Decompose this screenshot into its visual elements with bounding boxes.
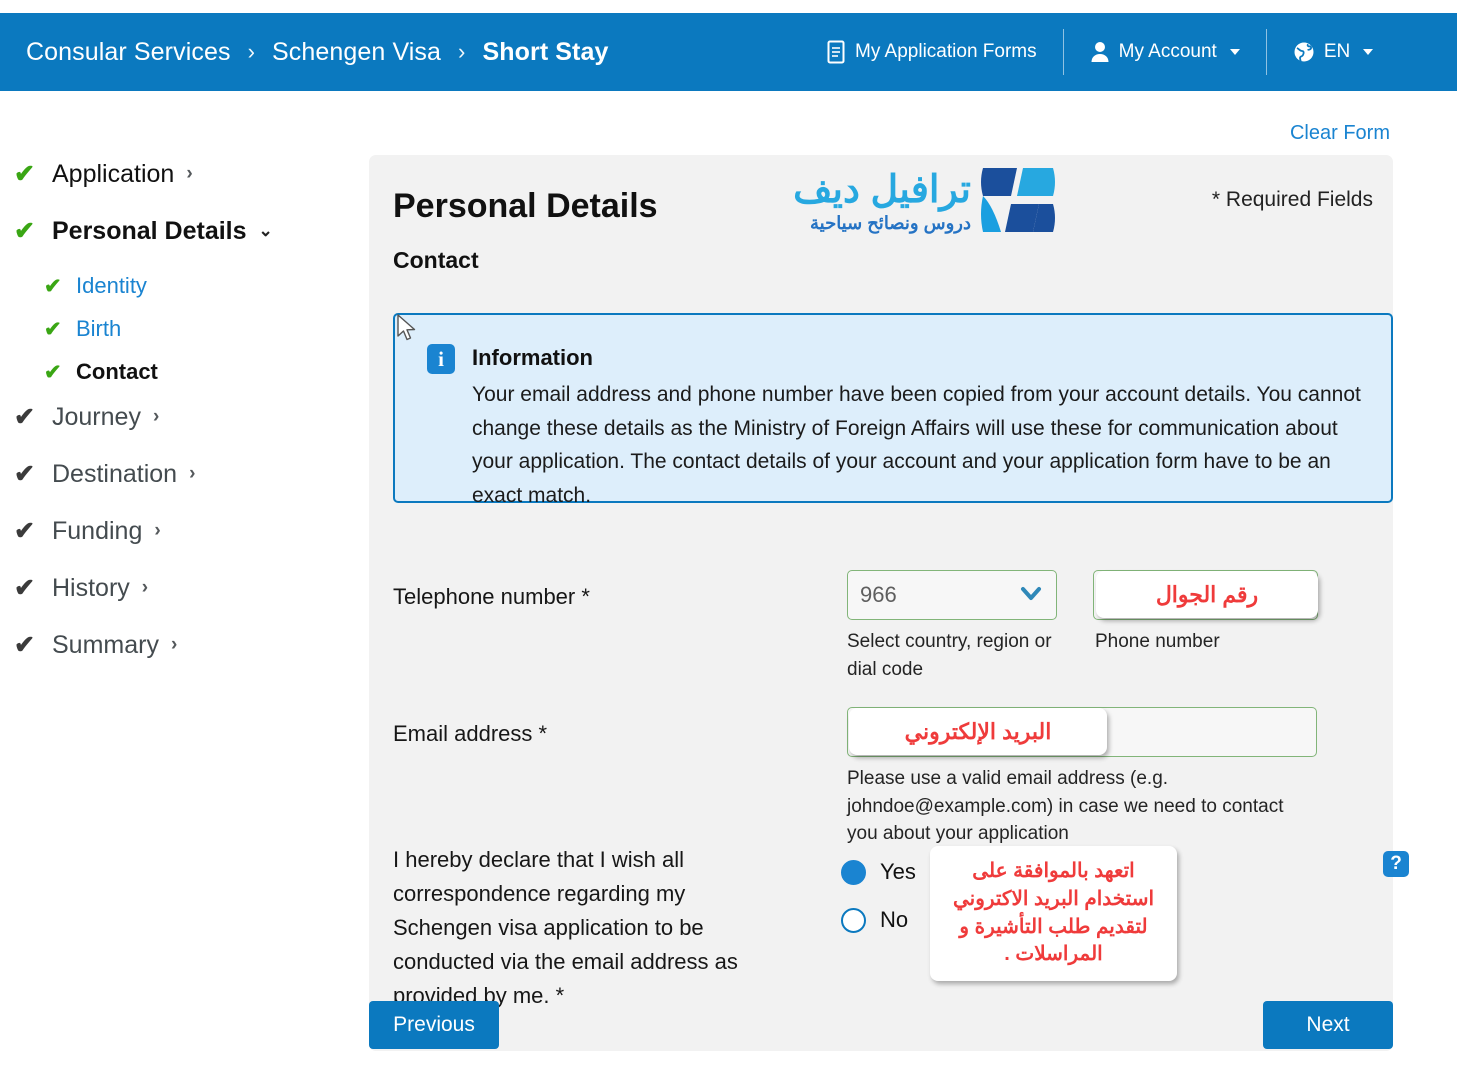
- declaration-option-no-label: No: [880, 907, 909, 932]
- help-question-icon[interactable]: ?: [1383, 851, 1409, 877]
- previous-button[interactable]: Previous: [369, 1001, 499, 1049]
- nav-language-selector[interactable]: EN: [1267, 29, 1399, 75]
- mouse-cursor-icon: [397, 314, 416, 341]
- declaration-annotation: اتعهد بالموافقة على استخدام البريد الاكت…: [930, 846, 1177, 981]
- check-icon: ✔: [14, 630, 35, 659]
- sidebar-item-label: Contact: [76, 359, 158, 384]
- declaration-option-yes-label: Yes: [880, 859, 916, 884]
- check-icon: ✔: [14, 459, 35, 488]
- top-navigation-bar: Consular Services › Schengen Visa › Shor…: [0, 13, 1457, 91]
- page-title: Personal Details: [393, 187, 658, 225]
- check-icon: ✔: [14, 216, 35, 245]
- check-icon: ✔: [44, 274, 62, 298]
- information-body: Your email address and phone number have…: [472, 383, 1361, 507]
- sidebar-item-label: Summary: [52, 630, 159, 659]
- sidebar-item-history[interactable]: ✔ History ›: [14, 569, 364, 607]
- sidebar-item-summary[interactable]: ✔ Summary ›: [14, 626, 364, 664]
- nav-language-label: EN: [1323, 41, 1351, 62]
- nav-my-account[interactable]: My Account: [1064, 29, 1266, 75]
- breadcrumb-item-consular-services[interactable]: Consular Services: [26, 38, 231, 67]
- breadcrumb-separator-icon: ›: [458, 39, 466, 64]
- chevron-right-icon: ›: [154, 520, 161, 541]
- information-banner: i Information Your email address and pho…: [393, 313, 1393, 507]
- chevron-down-icon: ⌄: [258, 221, 273, 240]
- section-subtitle: Contact: [393, 247, 479, 273]
- user-icon: [1090, 41, 1110, 63]
- declaration-label: I hereby declare that I wish all corresp…: [393, 847, 738, 1009]
- email-help-text: Please use a valid email address (e.g. j…: [847, 768, 1284, 845]
- information-title: Information: [472, 345, 593, 370]
- dial-code-value: 966: [860, 582, 897, 607]
- sidebar-item-personal-details[interactable]: ✔ Personal Details ⌄: [14, 212, 364, 250]
- chevron-right-icon: ›: [186, 163, 193, 184]
- dial-code-help-text: Select country, region or dial code: [847, 631, 1052, 680]
- nav-my-account-label: My Account: [1118, 41, 1217, 62]
- nav-my-application-forms[interactable]: My Application Forms: [800, 29, 1063, 75]
- radio-unselected-icon[interactable]: [841, 907, 866, 933]
- document-icon: [826, 40, 846, 64]
- breadcrumb-item-short-stay[interactable]: Short Stay: [482, 38, 608, 67]
- info-icon: i: [427, 344, 455, 374]
- dial-code-select[interactable]: 966: [847, 570, 1057, 620]
- form-card: Personal Details Contact * Required Fiel…: [369, 155, 1409, 1051]
- breadcrumb: Consular Services › Schengen Visa › Shor…: [26, 38, 609, 67]
- form-step-sidebar: ✔ Application › ✔ Personal Details ⌄ ✔ I…: [14, 155, 364, 683]
- globe-icon: [1293, 41, 1315, 63]
- sidebar-item-destination[interactable]: ✔ Destination ›: [14, 455, 364, 493]
- sidebar-item-label: History: [52, 573, 130, 602]
- check-icon: ✔: [44, 317, 62, 341]
- declaration-option-yes[interactable]: Yes: [841, 848, 916, 896]
- sidebar-item-journey[interactable]: ✔ Journey ›: [14, 398, 364, 436]
- chevron-down-icon: [1229, 49, 1240, 55]
- sidebar-item-label: Journey: [52, 402, 141, 431]
- next-button[interactable]: Next: [1263, 1001, 1393, 1049]
- logo-main-text: ترافيل ديف: [793, 169, 972, 212]
- telephone-label: Telephone number *: [393, 584, 590, 609]
- email-label: Email address *: [393, 721, 548, 746]
- logo-tagline: دروس ونصائح سياحية: [809, 212, 971, 233]
- sidebar-item-birth[interactable]: ✔ Birth: [14, 312, 364, 346]
- sidebar-item-label: Birth: [76, 316, 122, 341]
- travel-dev-logo: ترافيل ديف دروس ونصائح سياحية: [744, 160, 1059, 245]
- radio-selected-icon[interactable]: [841, 859, 866, 885]
- chevron-right-icon: ›: [141, 577, 149, 598]
- required-fields-note: * Required Fields: [1211, 188, 1373, 211]
- chevron-right-icon: ›: [189, 463, 196, 484]
- sidebar-item-application[interactable]: ✔ Application ›: [14, 155, 364, 193]
- chevron-down-icon: [1363, 49, 1374, 55]
- breadcrumb-separator-icon: ›: [247, 39, 255, 64]
- sidebar-item-label: Identity: [76, 273, 147, 298]
- check-icon: ✔: [14, 159, 35, 188]
- phone-number-help-text: Phone number: [1095, 631, 1220, 652]
- sidebar-item-label: Application: [52, 159, 175, 188]
- chevron-right-icon: ›: [170, 634, 178, 655]
- sidebar-item-label: Funding: [52, 516, 143, 545]
- check-icon: ✔: [14, 516, 35, 545]
- check-icon: ✔: [14, 573, 35, 602]
- email-annotation: البريد الإلكتروني: [849, 708, 1107, 755]
- nav-my-application-forms-label: My Application Forms: [855, 41, 1037, 62]
- sidebar-item-contact[interactable]: ✔ Contact: [14, 355, 364, 389]
- check-icon: ✔: [14, 402, 35, 431]
- chevron-right-icon: ›: [152, 406, 160, 427]
- chevron-down-icon: [1021, 587, 1041, 600]
- clear-form-link[interactable]: Clear Form: [1290, 122, 1390, 145]
- check-icon: ✔: [44, 360, 62, 384]
- sidebar-item-label: Personal Details: [52, 216, 247, 245]
- sidebar-item-label: Destination: [52, 459, 178, 488]
- sidebar-item-identity[interactable]: ✔ Identity: [14, 269, 364, 303]
- phone-number-annotation: رقم الجوال: [1096, 571, 1318, 618]
- breadcrumb-item-schengen-visa[interactable]: Schengen Visa: [272, 38, 441, 67]
- declaration-radio-group: Yes No: [841, 848, 916, 944]
- sidebar-item-funding[interactable]: ✔ Funding ›: [14, 512, 364, 550]
- top-nav-links: My Application Forms My Account EN: [800, 13, 1399, 91]
- logo-mark-icon: [977, 162, 1059, 243]
- declaration-option-no[interactable]: No: [841, 896, 916, 944]
